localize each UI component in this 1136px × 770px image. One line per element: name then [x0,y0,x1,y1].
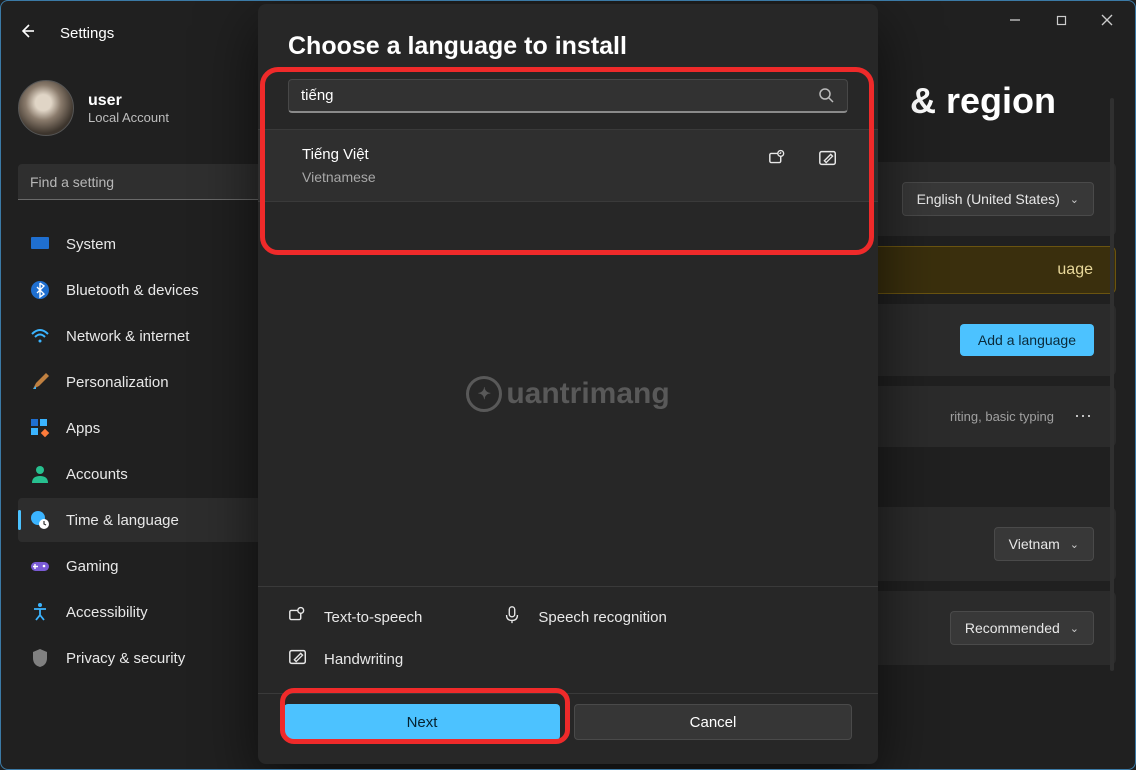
monitor-icon [30,234,50,254]
scrollbar[interactable] [1110,98,1114,671]
dropdown-value: English (United States) [917,191,1060,207]
nav-label: Network & internet [66,328,189,345]
regional-format-dropdown[interactable]: Recommended ⌄ [950,611,1094,645]
shield-icon [30,648,50,668]
person-icon [30,464,50,484]
more-icon[interactable]: ⋯ [1074,406,1094,427]
feature-label: Speech recognition [538,609,666,626]
watermark: ✦ uantrimang [466,376,669,412]
feature-label: Handwriting [324,651,403,668]
display-language-dropdown[interactable]: English (United States) ⌄ [902,182,1094,216]
text-to-speech-icon [288,605,308,629]
microphone-icon [502,605,522,629]
dropdown-value: Vietnam [1009,536,1060,552]
language-native-name: Tiếng Việt [302,146,848,163]
search-icon [818,87,834,108]
nav-label: Personalization [66,374,169,391]
cancel-button[interactable]: Cancel [574,704,852,740]
account-type-label: Local Account [88,110,169,125]
wifi-icon [30,326,50,346]
nav-label: System [66,236,116,253]
nav-label: Bluetooth & devices [66,282,199,299]
window-minimize-button[interactable] [992,4,1038,36]
next-button[interactable]: Next [284,704,560,740]
handwriting-icon [818,148,838,173]
gamepad-icon [30,556,50,576]
nav-label: Gaming [66,558,119,575]
nav-label: Apps [66,420,100,437]
language-english-name: Vietnamese [302,169,848,185]
dialog-title: Choose a language to install [258,4,878,79]
globe-clock-icon [30,510,50,530]
brush-icon [30,372,50,392]
chevron-down-icon: ⌄ [1070,193,1079,206]
window-close-button[interactable] [1084,4,1130,36]
notice-text: uage [1057,261,1093,279]
username-label: user [88,92,169,110]
language-search-input[interactable] [288,79,848,113]
watermark-logo-icon: ✦ [466,376,502,412]
handwriting-icon [288,647,308,671]
choose-language-dialog: Choose a language to install Tiếng Việt … [258,4,878,764]
chevron-down-icon: ⌄ [1070,622,1079,635]
accessibility-icon [30,602,50,622]
add-language-button[interactable]: Add a language [960,324,1094,356]
nav-label: Time & language [66,512,179,529]
app-title: Settings [60,25,114,42]
back-button[interactable] [18,22,36,45]
feature-label: Text-to-speech [324,609,422,626]
feature-handwriting: Handwriting [288,647,403,671]
apps-icon [30,418,50,438]
nav-label: Privacy & security [66,650,185,667]
avatar [18,80,74,136]
dropdown-value: Recommended [965,620,1060,636]
watermark-text: uantrimang [506,377,669,411]
feature-tts: Text-to-speech [288,605,422,629]
country-dropdown[interactable]: Vietnam ⌄ [994,527,1094,561]
text-to-speech-icon [768,148,788,173]
bluetooth-icon [30,280,50,300]
nav-label: Accounts [66,466,128,483]
language-result-item[interactable]: Tiếng Việt Vietnamese [258,130,878,201]
chevron-down-icon: ⌄ [1070,538,1079,551]
feature-speech: Speech recognition [502,605,666,629]
language-features-text: riting, basic typing [950,409,1054,424]
window-maximize-button[interactable] [1038,4,1084,36]
nav-label: Accessibility [66,604,148,621]
